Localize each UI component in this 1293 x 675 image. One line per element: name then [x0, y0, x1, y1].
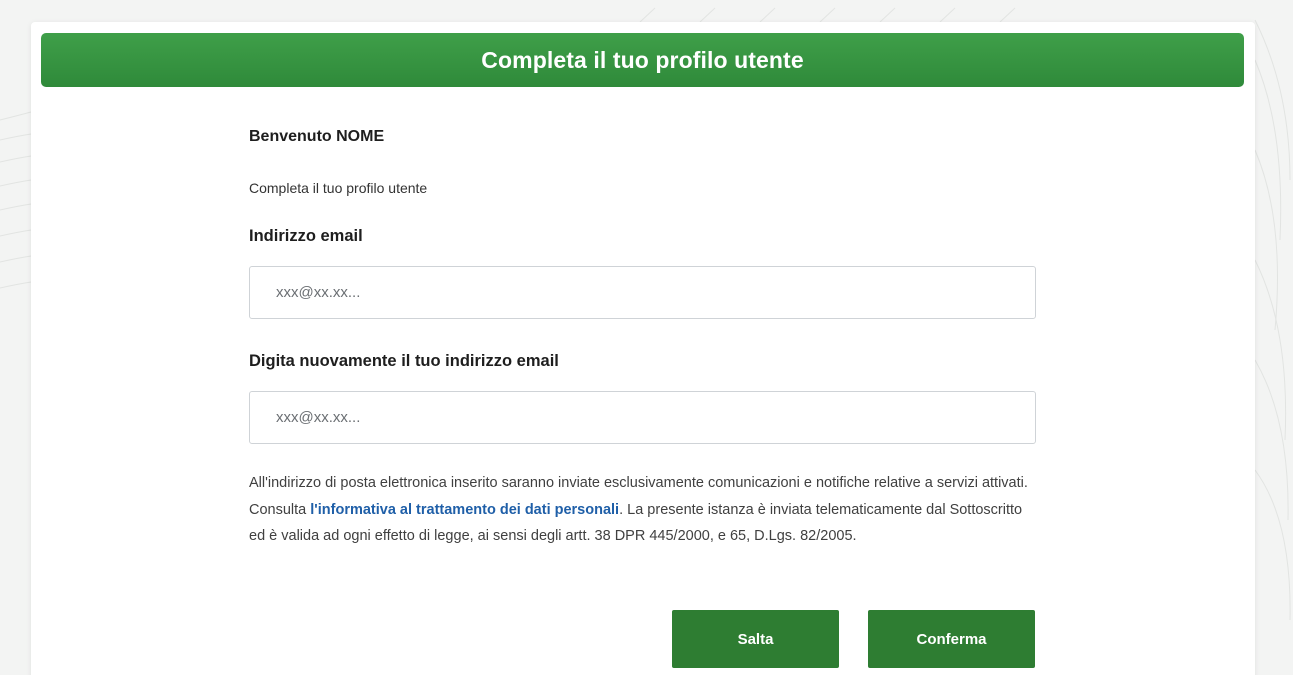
skip-button[interactable]: Salta: [672, 610, 839, 668]
welcome-message: Benvenuto NOME: [249, 128, 1037, 146]
form-subtitle: Completa il tuo profilo utente: [249, 180, 428, 196]
privacy-notice: All'indirizzo di posta elettronica inser…: [249, 470, 1039, 550]
welcome-prefix: Benvenuto: [249, 128, 332, 145]
email-field[interactable]: [249, 266, 1036, 319]
page-header: Completa il tuo profilo utente: [41, 33, 1244, 87]
page: Completa il tuo profilo utente Benvenuto…: [0, 0, 1293, 675]
email-label: Indirizzo email: [249, 227, 363, 245]
page-title: Completa il tuo profilo utente: [481, 46, 804, 73]
form-actions: Salta Conferma: [672, 610, 1035, 668]
profile-form: Benvenuto NOME Completa il tuo profilo u…: [249, 128, 1037, 550]
confirm-email-label: Digita nuovamente il tuo indirizzo email: [249, 352, 559, 370]
privacy-policy-link[interactable]: l'informativa al trattamento dei dati pe…: [310, 502, 619, 518]
user-name: NOME: [336, 128, 385, 145]
confirm-button[interactable]: Conferma: [868, 610, 1035, 668]
confirm-email-field[interactable]: [249, 391, 1036, 444]
